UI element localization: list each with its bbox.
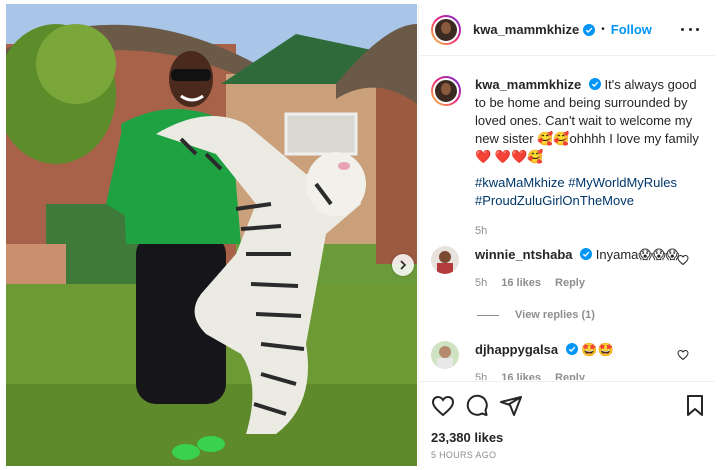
caption-avatar[interactable]: [431, 76, 461, 106]
more-options-icon[interactable]: [681, 22, 699, 36]
caption-time: 5h: [475, 225, 488, 237]
post-actions: 23,380 likes 5 HOURS AGO: [419, 381, 715, 466]
reply-button[interactable]: Reply: [555, 369, 585, 380]
bookmark-icon[interactable]: [683, 394, 707, 418]
comment-text: 🤩🤩: [581, 342, 614, 357]
comment-meta: 5h 16 likes Reply: [475, 274, 685, 292]
instagram-post-view: kwa_mammkhize • Follow kwa_mammkhize It'…: [0, 0, 720, 470]
verified-icon: [583, 23, 596, 36]
next-photo-button[interactable]: [392, 254, 414, 276]
comment-item: winnie_ntshaba Inyama😱😱😱 5h 16 likes Rep…: [431, 246, 703, 292]
likes-count[interactable]: 23,380 likes: [431, 430, 503, 445]
comment-text: Inyama😱😱😱: [595, 247, 680, 262]
photo-illustration: [6, 4, 417, 466]
caption-body: kwa_mammkhize It's always good to be hom…: [475, 76, 703, 240]
comment-body: winnie_ntshaba Inyama😱😱😱 5h 16 likes Rep…: [475, 246, 685, 292]
commenter-username[interactable]: winnie_ntshaba: [475, 247, 573, 262]
comment-item: djhappygalsa 🤩🤩 5h 16 likes Reply: [431, 341, 703, 380]
post-caption: kwa_mammkhize It's always good to be hom…: [431, 76, 703, 240]
heart-icon[interactable]: [431, 394, 455, 418]
comment-time: 5h: [475, 372, 488, 380]
post-side-panel: kwa_mammkhize • Follow kwa_mammkhize It'…: [418, 4, 715, 466]
heart-icon[interactable]: [677, 254, 689, 266]
comment-time: 5h: [475, 277, 488, 289]
verified-icon: [565, 343, 578, 355]
replies-divider: [477, 314, 499, 316]
comment-likes[interactable]: 16 likes: [501, 369, 541, 380]
comment-meta: 5h 16 likes Reply: [475, 369, 685, 380]
comment-body: djhappygalsa 🤩🤩 5h 16 likes Reply: [475, 341, 685, 380]
post-photo[interactable]: [6, 4, 417, 466]
comments-section: kwa_mammkhize It's always good to be hom…: [419, 56, 715, 380]
caption-hashtags[interactable]: #kwaMaMkhize #MyWorldMyRules #ProudZuluG…: [475, 174, 703, 210]
next-arrow-icon: [400, 260, 407, 270]
follow-button[interactable]: Follow: [611, 22, 652, 37]
caption-username[interactable]: kwa_mammkhize: [475, 77, 581, 92]
share-icon[interactable]: [499, 394, 523, 418]
author-username[interactable]: kwa_mammkhize: [473, 22, 579, 37]
verified-icon: [588, 78, 601, 90]
verified-icon: [580, 248, 593, 260]
author-avatar[interactable]: [431, 14, 461, 45]
commenter-avatar[interactable]: [431, 341, 459, 369]
commenter-username[interactable]: djhappygalsa: [475, 342, 558, 357]
separator-dot: •: [601, 24, 605, 35]
view-replies-label: View replies (1): [515, 309, 595, 321]
heart-icon[interactable]: [677, 349, 689, 361]
commenter-avatar[interactable]: [431, 246, 459, 274]
view-replies-button[interactable]: View replies (1): [477, 309, 595, 321]
reply-button[interactable]: Reply: [555, 274, 585, 292]
post-header: kwa_mammkhize • Follow: [419, 4, 715, 56]
comment-likes[interactable]: 16 likes: [501, 274, 541, 292]
comment-icon[interactable]: [465, 394, 489, 418]
action-icons: [431, 394, 703, 418]
post-timestamp[interactable]: 5 HOURS AGO: [431, 450, 496, 460]
